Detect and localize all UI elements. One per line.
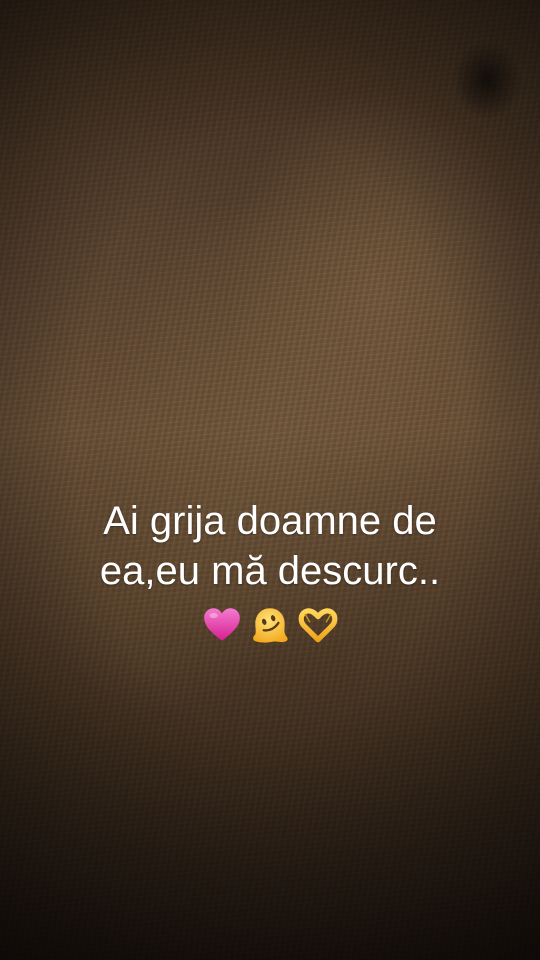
pink-heart-icon [204,608,240,641]
story-screen: Ai grija doamne de ea,eu mă descurc.. [0,0,540,960]
caption-text: Ai grija doamne de ea,eu mă descurc.. [30,496,510,650]
photo-vignette [0,0,540,960]
emoji-row [30,600,510,650]
melting-face-icon [253,608,288,643]
heart-hands-icon [298,608,338,643]
caption-line-2: ea,eu mă descurc.. [99,549,441,593]
caption-line-1: Ai grija doamne de [103,499,437,543]
